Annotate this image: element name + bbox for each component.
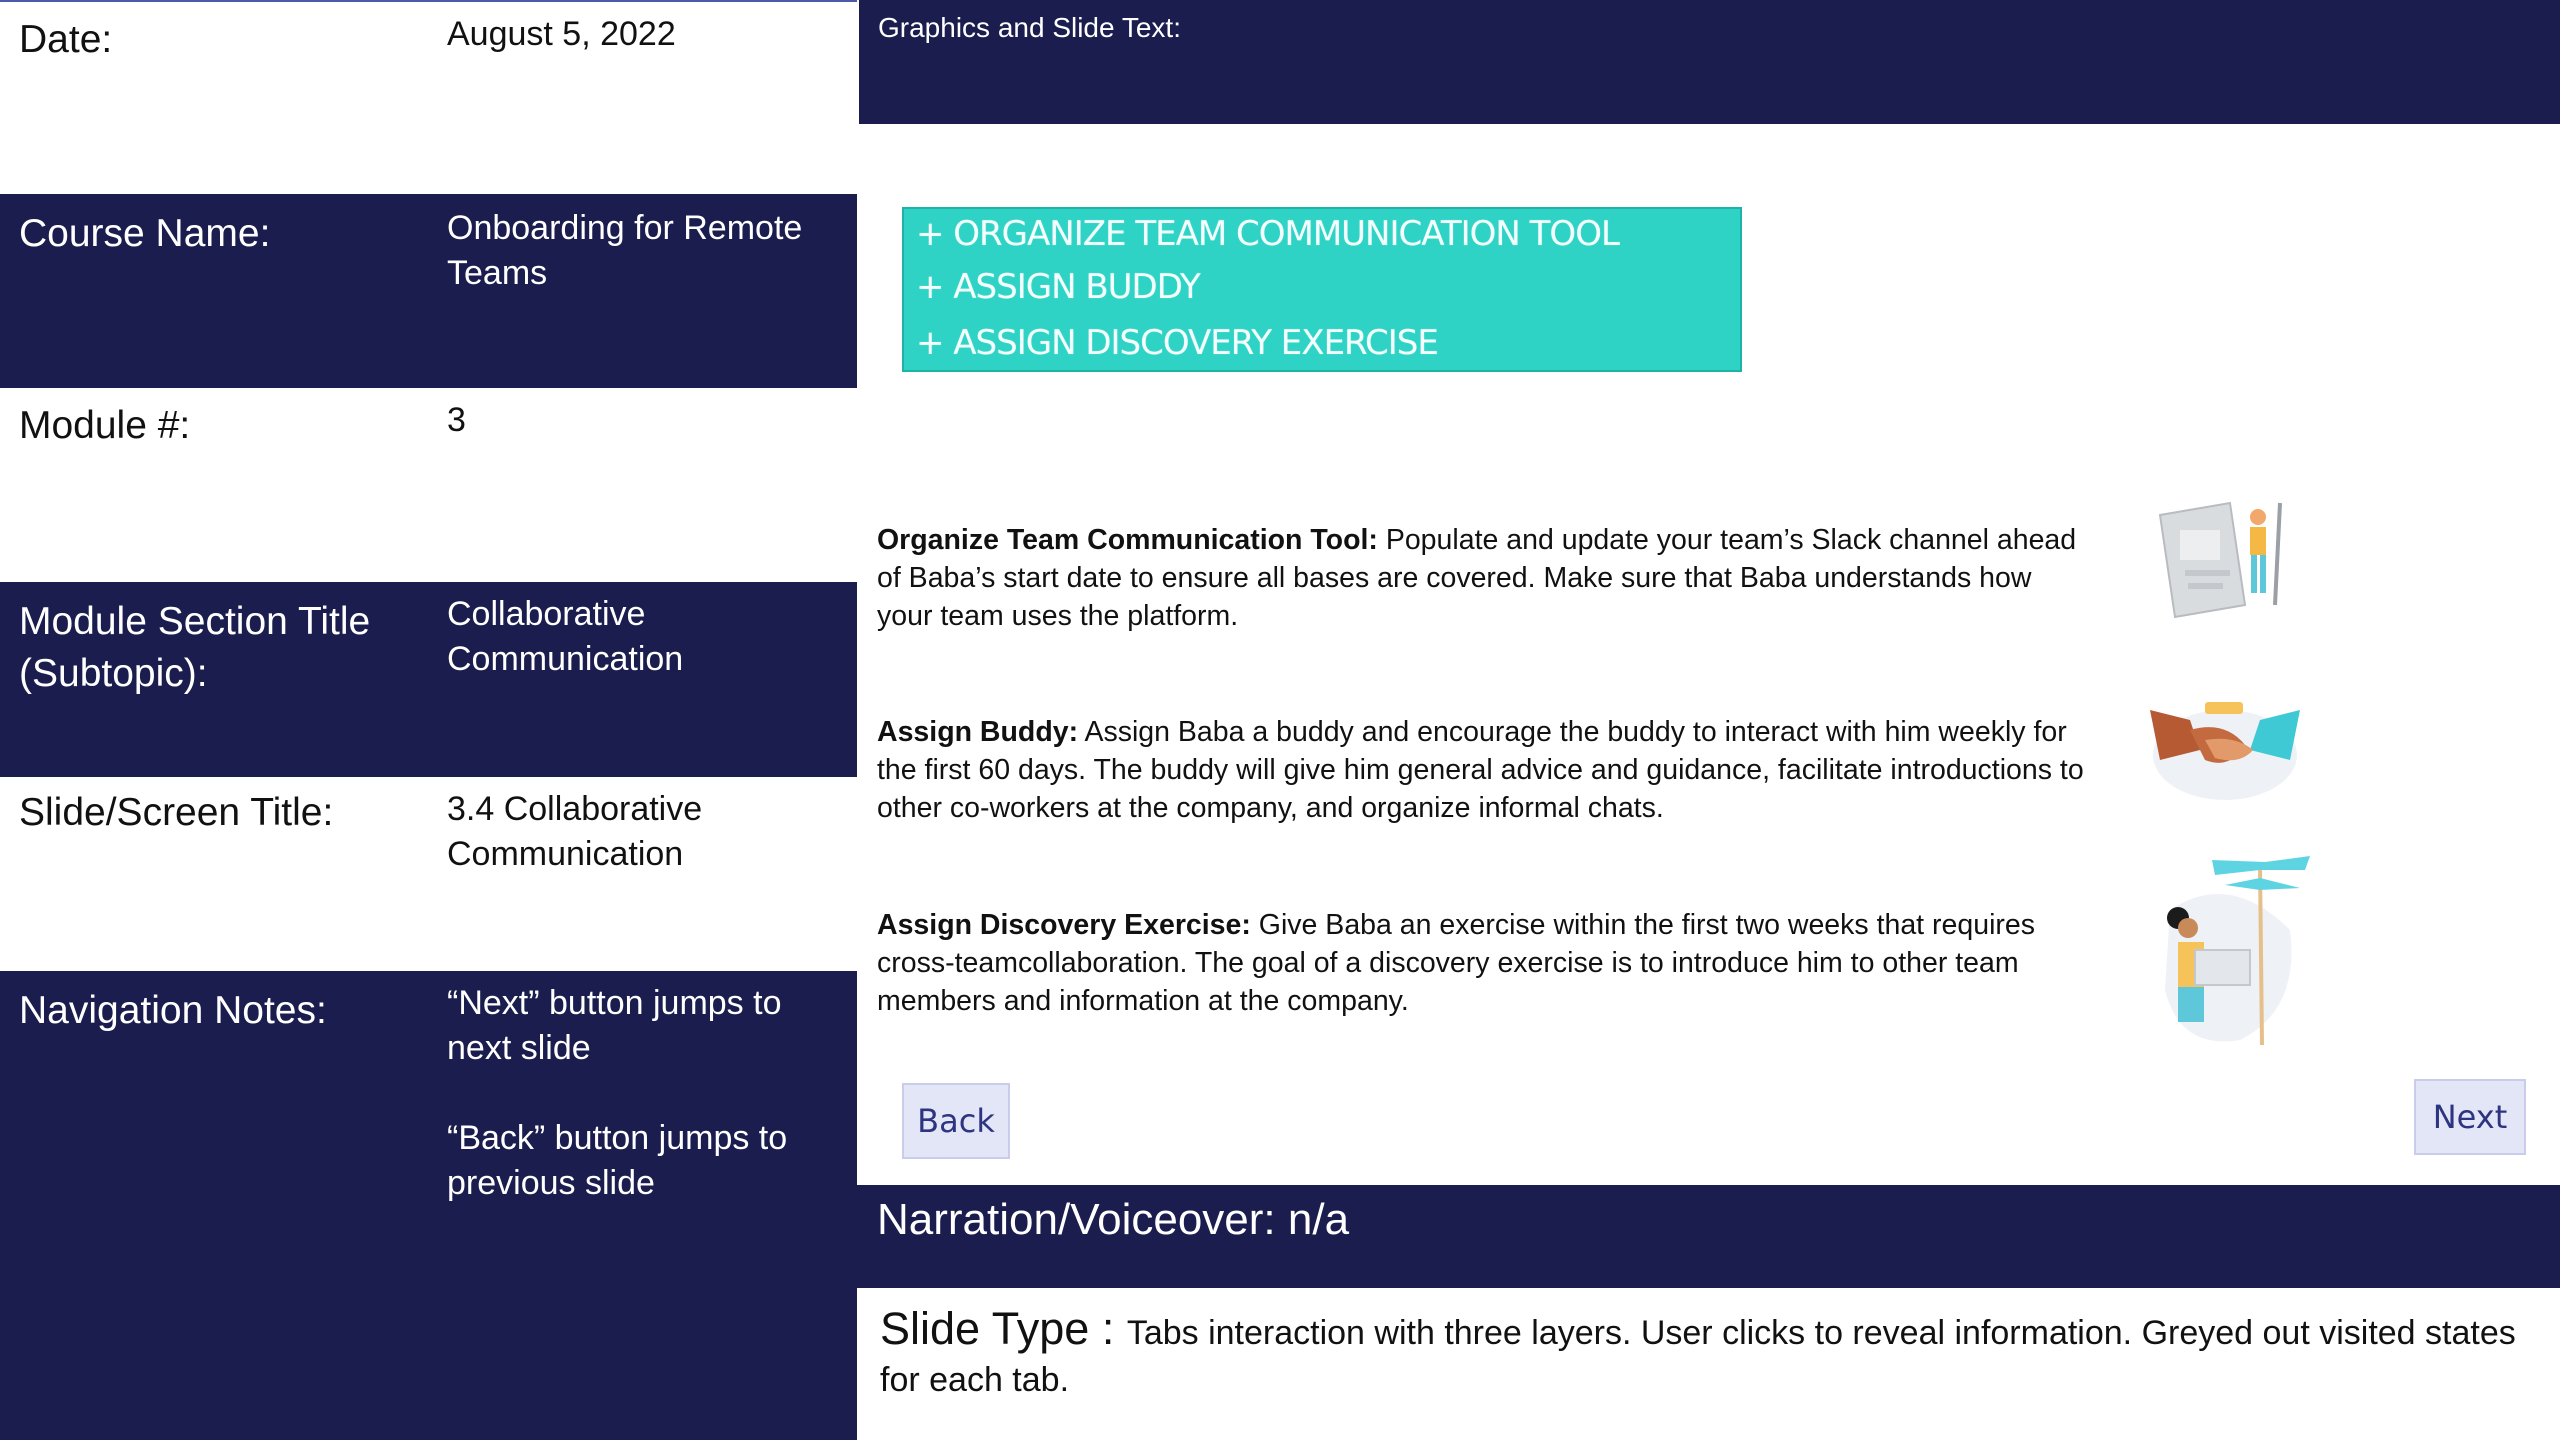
tab-assign-buddy[interactable]: + ASSIGN BUDDY (916, 267, 1201, 307)
module-row: Module #: 3 (0, 388, 857, 582)
section-label: Module Section Title (Subtopic): (19, 600, 371, 695)
date-value: August 5, 2022 (447, 15, 676, 53)
tab-organize-tool[interactable]: + ORGANIZE TEAM COMMUNICATION TOOL (916, 214, 1620, 254)
item-assign-buddy: Assign Buddy: Assign Baba a buddy and en… (877, 713, 2087, 827)
navigation-note-back: “Back” button jumps to previous slide (447, 1119, 788, 1202)
graphics-header: Graphics and Slide Text: (859, 0, 2560, 124)
slide-title-value: 3.4 Collaborative Communication (447, 790, 703, 873)
item-assign-discovery: Assign Discovery Exercise: Give Baba an … (877, 906, 2087, 1020)
next-button[interactable]: Next (2414, 1079, 2526, 1155)
signpost-person-icon (2165, 856, 2310, 1046)
section-row: Module Section Title (Subtopic): Collabo… (0, 582, 857, 777)
navigation-row: Navigation Notes: “Next” button jumps to… (0, 971, 857, 1440)
slide-title-label: Slide/Screen Title: (19, 791, 334, 834)
narration-text: Narration/Voiceover: n/a (877, 1195, 1350, 1244)
course-value: Onboarding for Remote Teams (447, 209, 803, 292)
module-value: 3 (447, 401, 466, 439)
item-assign-discovery-title: Assign Discovery Exercise: (877, 909, 1251, 941)
course-row: Course Name: Onboarding for Remote Teams (0, 194, 857, 388)
section-value: Collaborative Communication (447, 595, 684, 678)
document-person-icon (2158, 501, 2282, 619)
graphics-header-title: Graphics and Slide Text: (878, 12, 1181, 43)
tabs-box: + ORGANIZE TEAM COMMUNICATION TOOL + ASS… (902, 207, 1742, 372)
date-label: Date: (19, 18, 113, 61)
item-organize-tool-title: Organize Team Communication Tool: (877, 524, 1378, 556)
back-button[interactable]: Back (902, 1083, 1010, 1159)
navigation-label: Navigation Notes: (19, 989, 327, 1032)
tab-assign-discovery[interactable]: + ASSIGN DISCOVERY EXERCISE (916, 323, 1439, 363)
item-assign-buddy-title: Assign Buddy: (877, 716, 1079, 748)
module-label: Module #: (19, 404, 191, 447)
item-organize-tool: Organize Team Communication Tool: Popula… (877, 521, 2087, 635)
slide-type: Slide Type : Tabs interaction with three… (880, 1305, 2540, 1404)
date-row: Date: August 5, 2022 (0, 0, 857, 196)
slide-type-label: Slide Type : (880, 1303, 1127, 1354)
narration-bar: Narration/Voiceover: n/a (857, 1185, 2560, 1288)
navigation-note-next: “Next” button jumps to next slide (447, 984, 782, 1067)
slide-title-row: Slide/Screen Title: 3.4 Collaborative Co… (0, 777, 857, 971)
handshake-icon (2150, 702, 2300, 800)
course-label: Course Name: (19, 212, 271, 255)
